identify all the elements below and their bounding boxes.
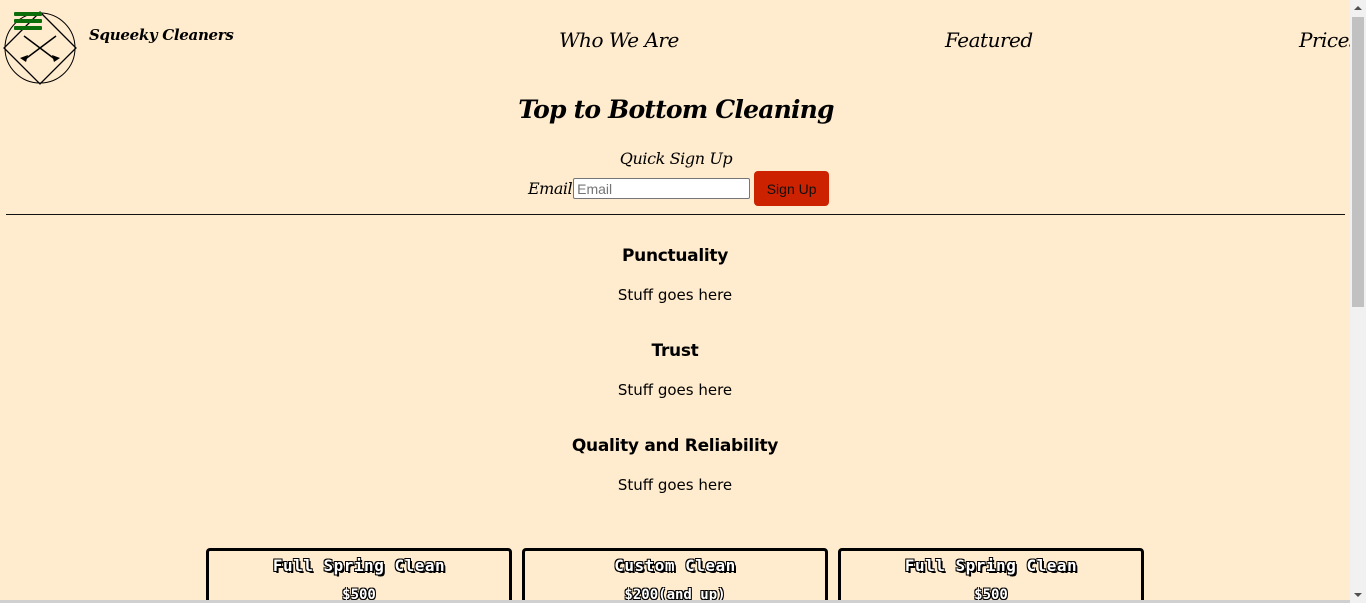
- hamburger-menu-icon[interactable]: [14, 12, 42, 34]
- section-divider: [6, 214, 1345, 215]
- feature-body: Stuff goes here: [617, 286, 733, 304]
- scroll-down-arrow-icon[interactable]: [1350, 587, 1366, 603]
- signup-form: Email Sign Up: [528, 171, 830, 206]
- signup-title: Quick Sign Up: [619, 149, 733, 168]
- vertical-scrollbar[interactable]: [1350, 0, 1366, 603]
- feature-title: Punctuality: [621, 246, 728, 266]
- email-input[interactable]: [573, 178, 751, 199]
- hero-title: Top to Bottom Cleaning: [518, 95, 834, 124]
- pricing-card-title: Custom Clean: [614, 556, 736, 575]
- menu-bar: [14, 26, 42, 30]
- feature-title: Trust: [651, 341, 699, 361]
- sign-up-button[interactable]: Sign Up: [754, 171, 830, 206]
- nav-link-prices[interactable]: Prices: [1299, 28, 1350, 52]
- pricing-card-title: Full Spring Clean: [904, 556, 1078, 575]
- pricing-card[interactable]: Full Spring Clean $500: [838, 548, 1144, 603]
- email-label: Email: [528, 179, 573, 198]
- page: Squeeky Cleaners Who We Are Featured Pri…: [0, 0, 1350, 603]
- feature-body: Stuff goes here: [617, 381, 733, 399]
- feature-punctuality: Punctuality Stuff goes here: [0, 246, 1350, 304]
- menu-bar: [14, 12, 42, 16]
- pricing-card[interactable]: Custom Clean $200(and up): [522, 548, 828, 603]
- brand-name: Squeeky Cleaners: [89, 26, 234, 44]
- feature-body: Stuff goes here: [617, 476, 733, 494]
- feature-trust: Trust Stuff goes here: [0, 341, 1350, 399]
- nav-link-who-we-are[interactable]: Who We Are: [559, 28, 679, 52]
- feature-title: Quality and Reliability: [571, 436, 779, 456]
- nav-link-featured[interactable]: Featured: [945, 28, 1033, 52]
- scrollbar-thumb[interactable]: [1352, 17, 1364, 307]
- pricing-card[interactable]: Full Spring Clean $500: [206, 548, 512, 603]
- pricing-card-title: Full Spring Clean: [272, 556, 446, 575]
- scroll-up-arrow-icon[interactable]: [1350, 0, 1366, 16]
- menu-bar: [14, 19, 42, 23]
- feature-quality: Quality and Reliability Stuff goes here: [0, 436, 1350, 494]
